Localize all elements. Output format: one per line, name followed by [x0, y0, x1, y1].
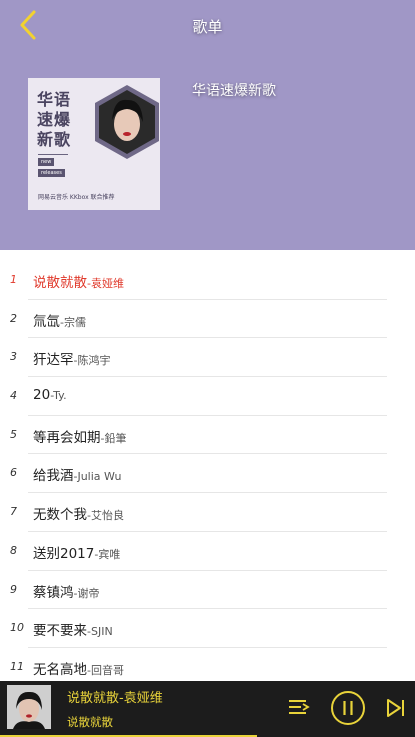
song-list: 1 说散就散-袁娅维 2 氚氙-宗儒 3 犴达罕-陈鸿宇 4 20-Ty. 5 等再会如期-鉛筆 6… [0, 261, 415, 687]
song-name: 说散就散 [33, 275, 87, 291]
song-name: 等再会如期 [33, 429, 101, 446]
song-name: 给我酒 [33, 468, 74, 485]
song-index: 9 [10, 582, 17, 596]
song-artist: -鉛筆 [100, 431, 127, 445]
now-playing-thumbnail[interactable] [7, 685, 51, 729]
song-artist: -Ty. [50, 389, 67, 403]
pause-icon[interactable] [330, 690, 366, 726]
playlist-name: 华语速爆新歌 [192, 83, 276, 99]
song-title: 无数个我-艾怡良 [33, 503, 124, 523]
song-title: 等再会如期-鉛筆 [33, 426, 126, 446]
artist-photo [7, 685, 51, 729]
song-name: 无名高地 [33, 661, 87, 678]
song-artist: -Julia Wu [73, 470, 122, 484]
song-title: 犴达罕-陈鸿宇 [33, 348, 110, 368]
song-title: 无名高地-回音哥 [33, 658, 124, 678]
song-name: 要不要来 [33, 623, 87, 640]
page-title: 歌单 [192, 18, 223, 36]
song-index: 10 [10, 621, 24, 635]
song-name: 送别2017 [33, 545, 95, 562]
song-row[interactable]: 7 无数个我-艾怡良 [0, 493, 415, 532]
song-index: 3 [10, 350, 17, 364]
cover-tag-new: new [38, 158, 55, 166]
song-title: 20-Ty. [33, 387, 67, 403]
song-artist: -陈鸿宇 [73, 354, 111, 368]
song-artist: -SJIN [87, 625, 113, 639]
song-index: 4 [10, 389, 17, 403]
song-name: 蔡镇鸿 [33, 584, 74, 601]
playlist-cover: 华语 速爆 新歌 new releases 网易云音乐 KKbox 联合推荐 [28, 78, 160, 210]
song-name: 犴达罕 [33, 352, 74, 369]
cover-title: 华语 速爆 新歌 [37, 90, 72, 149]
mini-player[interactable]: 说散就散-袁娅维 说散就散 [0, 681, 415, 737]
song-title: 蔡镇鸿-谢帝 [33, 581, 99, 601]
song-index: 6 [10, 466, 17, 480]
song-name: 无数个我 [33, 507, 87, 524]
cover-portrait [95, 85, 159, 159]
song-artist: -袁娅维 [87, 277, 124, 290]
song-row[interactable]: 8 送别2017-宾唯 [0, 532, 415, 571]
song-artist: -回音哥 [87, 663, 124, 677]
song-title: 说散就散-袁娅维 [33, 271, 124, 291]
now-playing-title: 说散就散-袁娅维 [67, 691, 163, 706]
cover-divider [38, 154, 68, 155]
song-row[interactable]: 5 等再会如期-鉛筆 [0, 416, 415, 455]
song-row[interactable]: 6 给我酒-Julia Wu [0, 454, 415, 494]
song-index: 5 [10, 427, 17, 441]
song-index: 2 [10, 311, 17, 325]
song-name: 20 [33, 387, 51, 404]
song-artist: -艾怡良 [87, 509, 124, 523]
playlist-icon[interactable] [288, 698, 310, 718]
song-title: 给我酒-Julia Wu [33, 464, 122, 484]
song-artist: -宗儒 [60, 315, 86, 329]
song-title: 要不要来-SJIN [33, 619, 113, 639]
song-index: 1 [10, 273, 17, 286]
playlist-header: 歌单 华语 速爆 新歌 new releases 网易云音乐 KKbox 联合推… [0, 0, 415, 250]
song-row[interactable]: 2 氚氙-宗儒 [0, 300, 415, 339]
song-row[interactable]: 4 20-Ty. [0, 377, 415, 416]
song-row[interactable]: 3 犴达罕-陈鸿宇 [0, 338, 415, 378]
song-artist: -谢帝 [73, 586, 100, 600]
song-index: 8 [10, 543, 17, 557]
song-index: 11 [10, 659, 24, 673]
next-icon[interactable] [386, 698, 406, 718]
song-title: 送别2017-宾唯 [33, 542, 120, 562]
cover-footer: 网易云音乐 KKbox 联合推荐 [38, 194, 115, 201]
song-row[interactable]: 9 蔡镇鸿-谢帝 [0, 571, 415, 610]
song-name: 氚氙 [33, 313, 60, 330]
song-index: 7 [10, 505, 17, 519]
now-playing-subtitle: 说散就散 [67, 715, 113, 729]
song-row[interactable]: 1 说散就散-袁娅维 [0, 261, 415, 300]
cover-tag-releases: releases [38, 169, 65, 177]
song-row[interactable]: 10 要不要来-SJIN [0, 609, 415, 648]
song-title: 氚氙-宗儒 [33, 310, 86, 330]
song-artist: -宾唯 [94, 547, 121, 561]
